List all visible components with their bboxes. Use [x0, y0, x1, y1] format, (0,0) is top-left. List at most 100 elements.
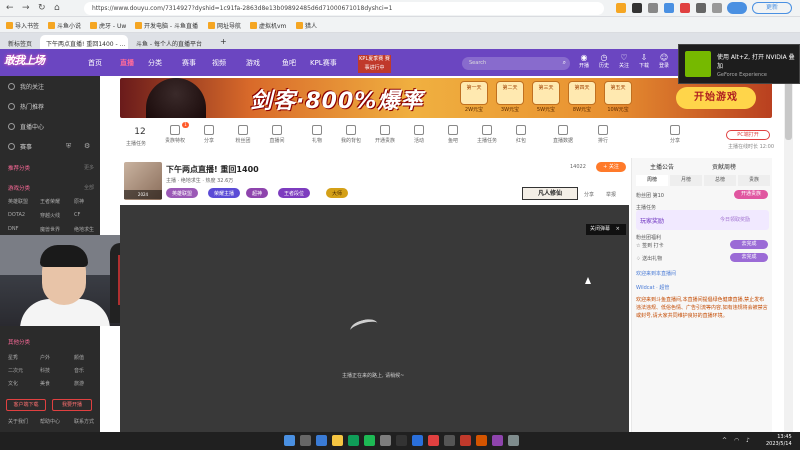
tab-week[interactable]: 周榜 — [636, 175, 668, 186]
sidebar-item-hot[interactable]: 热门推荐 — [8, 102, 44, 111]
bookmark-item[interactable]: 虚拟机vm — [250, 21, 286, 30]
profile-avatar[interactable] — [727, 2, 747, 14]
category-link[interactable]: 颜值 — [74, 354, 84, 361]
app-icon[interactable] — [508, 435, 519, 446]
reload-icon[interactable]: ↻ — [38, 3, 46, 13]
task-badge[interactable]: 去完成 — [730, 240, 768, 249]
app-icon[interactable] — [460, 435, 471, 446]
game-link[interactable]: 王者荣耀 — [40, 198, 60, 205]
back-icon[interactable]: ← — [6, 3, 14, 13]
app-icon[interactable] — [428, 435, 439, 446]
game-link[interactable]: 绝地求生 — [74, 226, 94, 233]
client-download-button[interactable]: 客户端下载 — [6, 399, 46, 411]
game-link[interactable]: CF — [74, 212, 80, 218]
nav-fishbar[interactable]: 鱼吧 — [282, 58, 296, 68]
toolbar-item[interactable]: 我的背包 — [336, 125, 366, 144]
update-button[interactable]: 更新 — [752, 2, 792, 14]
category-link[interactable]: 科技 — [40, 367, 50, 374]
sidebar-icon[interactable] — [712, 3, 722, 13]
more-link[interactable]: 全部 — [84, 184, 94, 191]
bookmark-item[interactable]: 开发电脑 - 斗鱼直播 — [135, 21, 198, 30]
toolbar-item[interactable]: 排行 — [588, 125, 618, 144]
share-link[interactable]: 分享 — [584, 191, 594, 198]
category-link[interactable]: 二次元 — [8, 367, 23, 374]
app-icon[interactable] — [364, 435, 375, 446]
forward-icon[interactable]: → — [22, 3, 30, 13]
kpl-badge[interactable]: KPL夏季赛 赛事进行中 — [358, 55, 391, 73]
category-link[interactable]: 旅游 — [74, 380, 84, 387]
stream-tag[interactable]: 超神 — [246, 188, 269, 198]
volume-icon[interactable]: ♪ — [746, 437, 750, 444]
shield-icon[interactable]: ⛨ — [66, 142, 71, 151]
chrome-icon[interactable] — [348, 435, 359, 446]
nav-category[interactable]: 分类 — [148, 58, 162, 68]
app-icon[interactable] — [492, 435, 503, 446]
steam-icon[interactable] — [412, 435, 423, 446]
toolbar-item[interactable]: 开通贵族 — [370, 125, 400, 144]
toolbar-item[interactable]: 直播数据 — [548, 125, 578, 144]
bookmark-item[interactable]: 网址导航 — [208, 21, 241, 30]
nvidia-overlay-toast[interactable]: 使用 Alt+Z, 打开 NVIDIA 叠加 GeForce Experienc… — [678, 44, 800, 84]
app-icon[interactable] — [444, 435, 455, 446]
tab-noble[interactable]: 贵族 — [738, 175, 770, 186]
tab-new[interactable]: 新标签页 — [2, 35, 40, 49]
search-icon[interactable]: ⌕ — [563, 59, 566, 67]
follow-button[interactable]: + 关注 — [596, 162, 626, 172]
tab-stream[interactable]: 下午两点直播! 重回1400 - ... — [40, 35, 128, 49]
game-link[interactable]: 原神 — [74, 198, 84, 205]
toolbar-item[interactable]: 分享 — [660, 125, 690, 144]
folder-icon[interactable] — [332, 435, 343, 446]
footer-link[interactable]: 帮助中心 — [40, 418, 60, 425]
streamer-avatar[interactable]: 2024 — [124, 162, 162, 200]
edge-icon[interactable] — [316, 435, 327, 446]
gear-icon[interactable]: ⚙ — [84, 142, 90, 150]
category-link[interactable]: 文化 — [8, 380, 18, 387]
stream-tag[interactable]: 王者段位 — [278, 188, 311, 198]
reward-card[interactable]: 玩家奖励 今日领取奖励 — [636, 210, 769, 230]
start-stream-button[interactable]: 我要开播 — [52, 399, 92, 411]
game-link[interactable]: 魔兽世界 — [40, 226, 60, 233]
category-link[interactable]: 户外 — [40, 354, 50, 361]
search-icon[interactable] — [300, 435, 311, 446]
bookmark-item[interactable]: 导入书签 — [6, 21, 39, 30]
app-icon[interactable] — [380, 435, 391, 446]
system-clock[interactable]: 13:45 2023/5/14 — [766, 434, 792, 448]
url-field[interactable]: https://www.douyu.com/7314927?dyshid=1c9… — [84, 2, 604, 15]
report-link[interactable]: 举报 — [606, 191, 616, 198]
category-link[interactable]: 美食 — [40, 380, 50, 387]
app-icon[interactable] — [396, 435, 407, 446]
header-icon-live[interactable]: ◉ 开播 — [574, 53, 594, 69]
game-link[interactable]: DOTA2 — [8, 212, 25, 218]
stream-tag[interactable]: 荣耀主播 — [208, 188, 241, 198]
scrollbar-thumb[interactable] — [785, 80, 792, 140]
close-icon[interactable]: × — [616, 226, 620, 232]
network-icon[interactable]: ◠ — [734, 437, 739, 444]
game-link[interactable]: 英雄联盟 — [8, 198, 28, 205]
nav-kpl[interactable]: KPL赛事 — [310, 58, 337, 68]
header-icon-login[interactable]: ☺ 登录 — [654, 53, 674, 69]
header-icon-download[interactable]: ⇩ 下载 — [634, 53, 654, 69]
brand-logo[interactable]: 凡人修仙 — [522, 187, 578, 200]
more-link[interactable]: 更多 — [84, 164, 94, 171]
toolbar-item[interactable]: 鱼吧 — [438, 125, 468, 144]
extension-icon[interactable] — [648, 3, 658, 13]
toolbar-item[interactable]: 主播任务 — [472, 125, 502, 144]
new-tab-button[interactable]: + — [216, 35, 231, 49]
tray-chevron-icon[interactable]: ^ — [722, 437, 727, 444]
footer-link[interactable]: 联系方式 — [74, 418, 94, 425]
start-icon[interactable] — [284, 435, 295, 446]
announcement-title[interactable]: 主播公告 — [650, 162, 674, 171]
close-danmu-button[interactable]: 关闭弹幕 × — [586, 224, 626, 235]
footer-link[interactable]: 关于我们 — [8, 418, 28, 425]
bookmark-item[interactable]: 猎人 — [296, 21, 317, 30]
app-icon[interactable] — [476, 435, 487, 446]
sidebar-item-follow[interactable]: 我的关注 — [8, 82, 44, 91]
stream-tag[interactable]: 大师 — [326, 188, 349, 198]
video-player[interactable]: 关闭弹幕 × 主播正在来的路上, 请稍候~ — [120, 205, 629, 432]
category-link[interactable]: 音乐 — [74, 367, 84, 374]
home-icon[interactable]: ⌂ — [54, 3, 60, 13]
puzzle-icon[interactable] — [696, 3, 706, 13]
search-input[interactable]: Search ⌕ — [462, 57, 570, 70]
nav-games[interactable]: 游戏 — [246, 58, 260, 68]
toolbar-item[interactable]: 粉丝团 — [228, 125, 258, 144]
